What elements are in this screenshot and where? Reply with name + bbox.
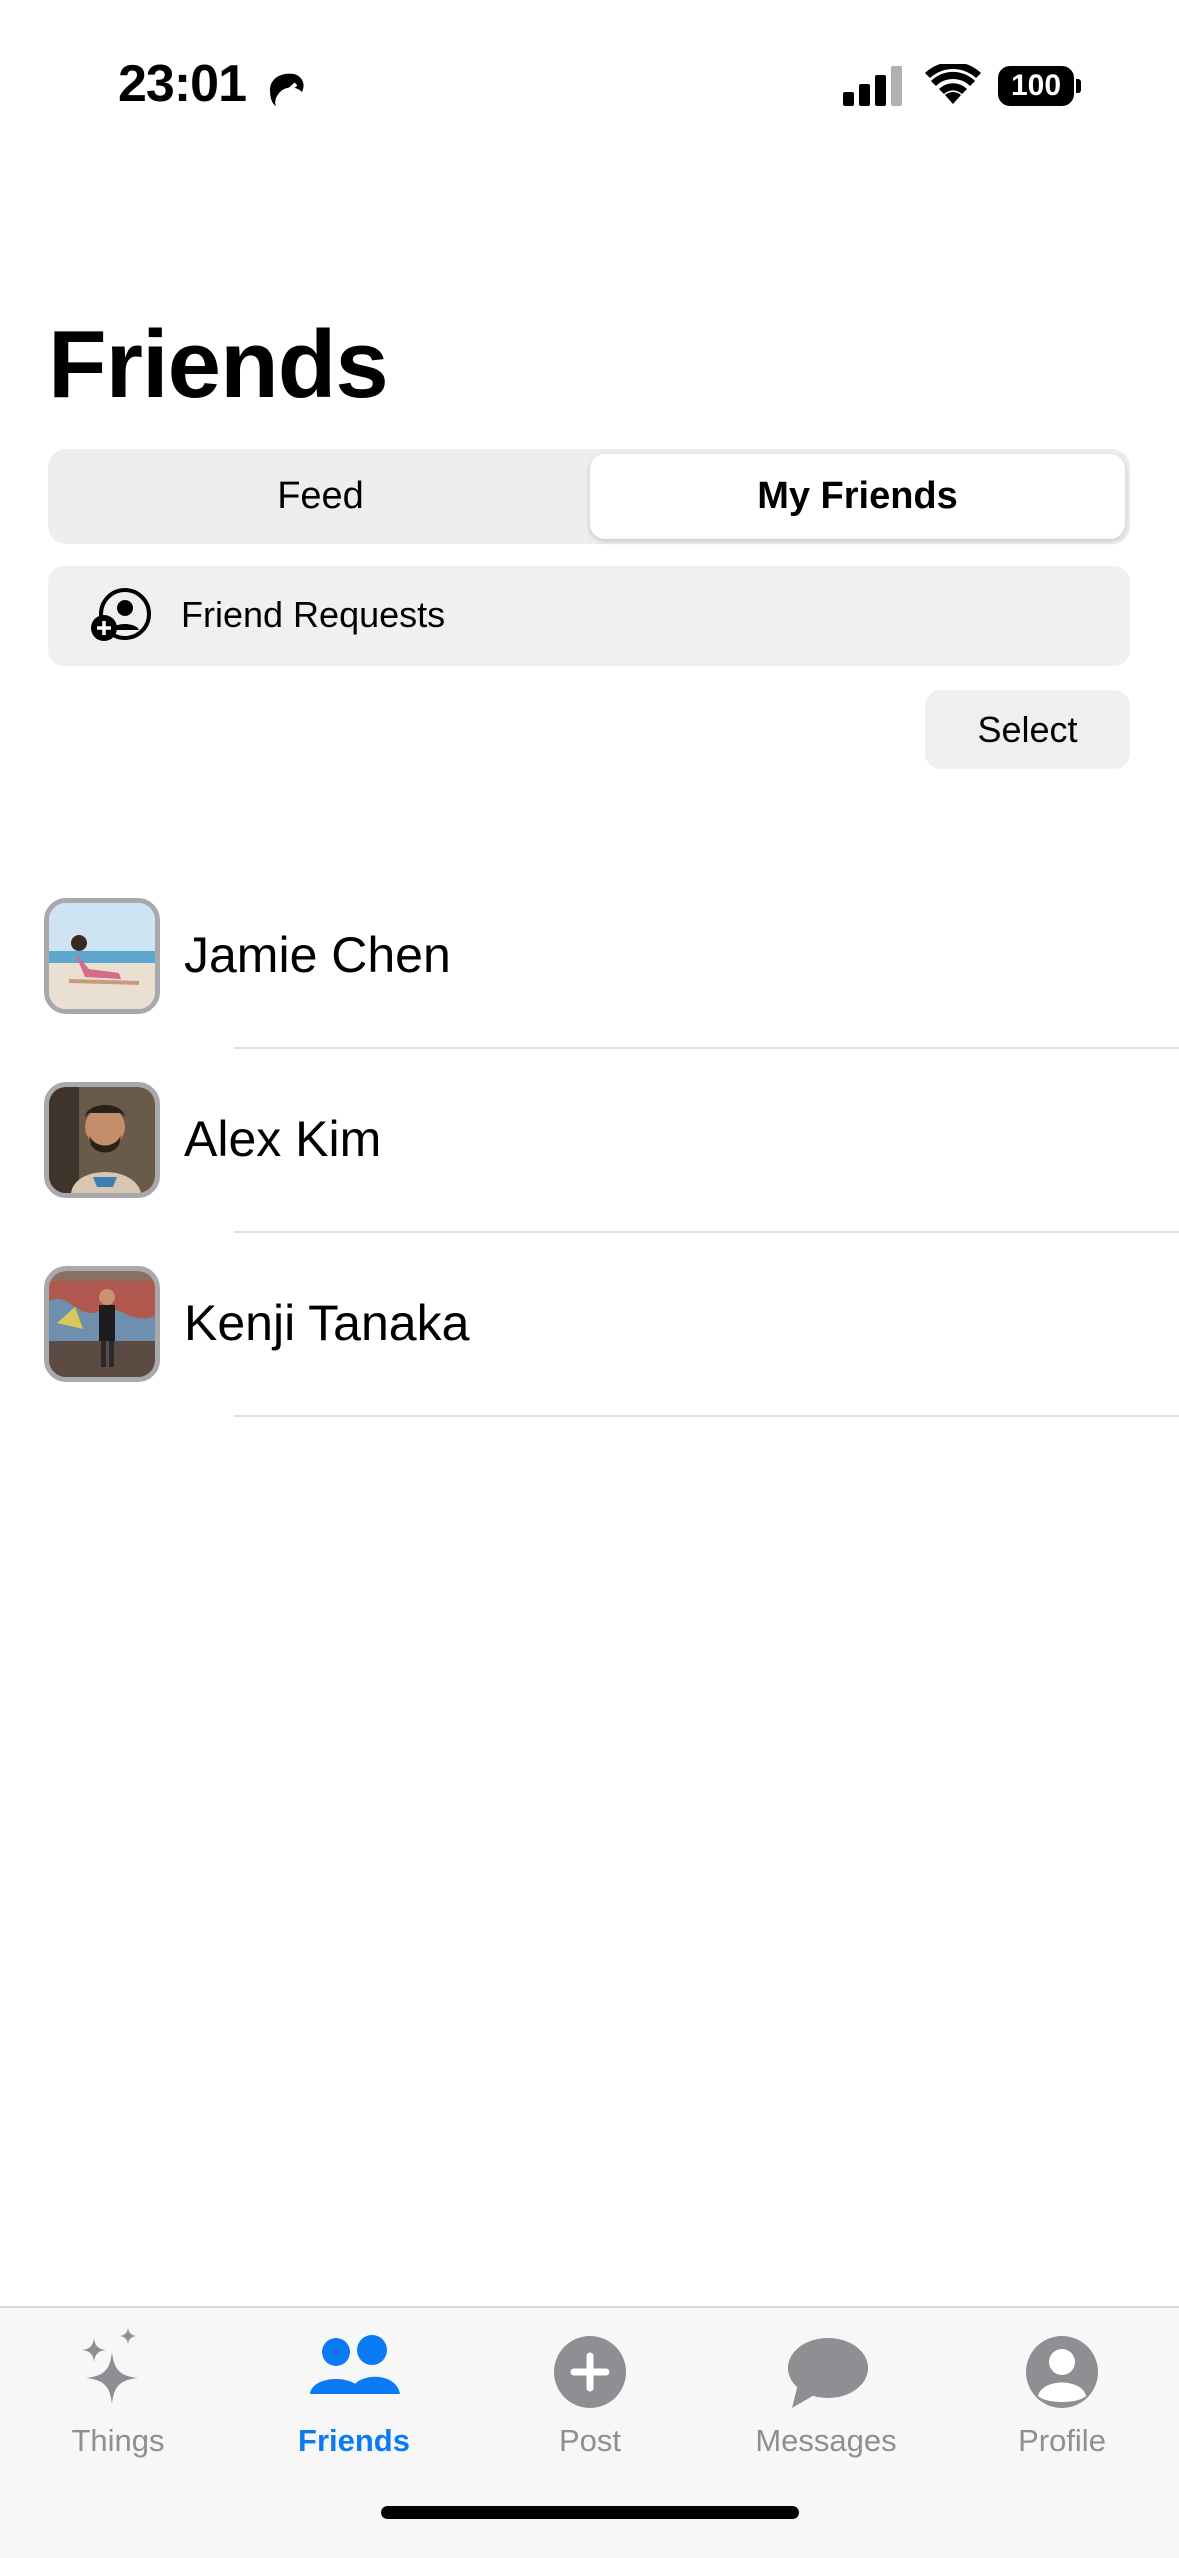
friend-requests-label: Friend Requests [181, 594, 446, 635]
person-circle-icon [1026, 2336, 1098, 2408]
tab-friends-label: Friends [298, 2423, 410, 2458]
status-time: 23:01 [118, 55, 247, 113]
tab-friends[interactable]: Friends [236, 2308, 472, 2488]
cellular-signal-icon [843, 66, 902, 106]
wifi-icon [925, 64, 981, 104]
battery-icon: 100 [998, 66, 1081, 106]
focus-moon-icon [270, 73, 304, 106]
select-button[interactable]: Select [925, 690, 1130, 769]
sparkles-icon [82, 2328, 138, 2404]
segmented-control: Feed My Friends [48, 449, 1130, 544]
friend-name: Kenji Tanaka [184, 1295, 470, 1351]
page-title: Friends [48, 311, 389, 418]
tab-profile-label: Profile [1018, 2423, 1106, 2458]
tab-messages[interactable]: Messages [708, 2308, 944, 2488]
tab-things-label: Things [71, 2423, 165, 2458]
row-divider [234, 1231, 1179, 1233]
tab-profile[interactable]: Profile [944, 2308, 1179, 2488]
tab-post[interactable]: Post [472, 2308, 708, 2488]
segment-my-friends[interactable]: My Friends [590, 454, 1125, 539]
friend-name: Jamie Chen [184, 927, 451, 983]
tab-bar: Things Friends Post Messages Profile [0, 2306, 1179, 2558]
friend-row[interactable]: Alex Kim [0, 1082, 1179, 1266]
segment-feed[interactable]: Feed [53, 454, 588, 539]
friend-row[interactable]: Kenji Tanaka [0, 1266, 1179, 1450]
friend-requests-button[interactable]: Friend Requests [48, 566, 1130, 666]
tab-things[interactable]: Things [0, 2308, 236, 2488]
chat-bubble-icon [788, 2338, 868, 2408]
avatar [44, 1082, 160, 1198]
people-icon [310, 2335, 400, 2394]
home-indicator [381, 2506, 799, 2519]
plus-circle-icon [554, 2336, 626, 2408]
add-person-icon [91, 588, 151, 641]
tab-post-label: Post [558, 2423, 622, 2458]
battery-level: 100 [998, 66, 1074, 106]
friend-name: Alex Kim [184, 1111, 382, 1167]
avatar [44, 898, 160, 1014]
tab-messages-label: Messages [755, 2423, 897, 2458]
avatar [44, 1266, 160, 1382]
friend-row[interactable]: Jamie Chen [0, 898, 1179, 1082]
row-divider [234, 1415, 1179, 1417]
status-bar: 23:01 100 [0, 0, 1179, 160]
row-divider [234, 1047, 1179, 1049]
